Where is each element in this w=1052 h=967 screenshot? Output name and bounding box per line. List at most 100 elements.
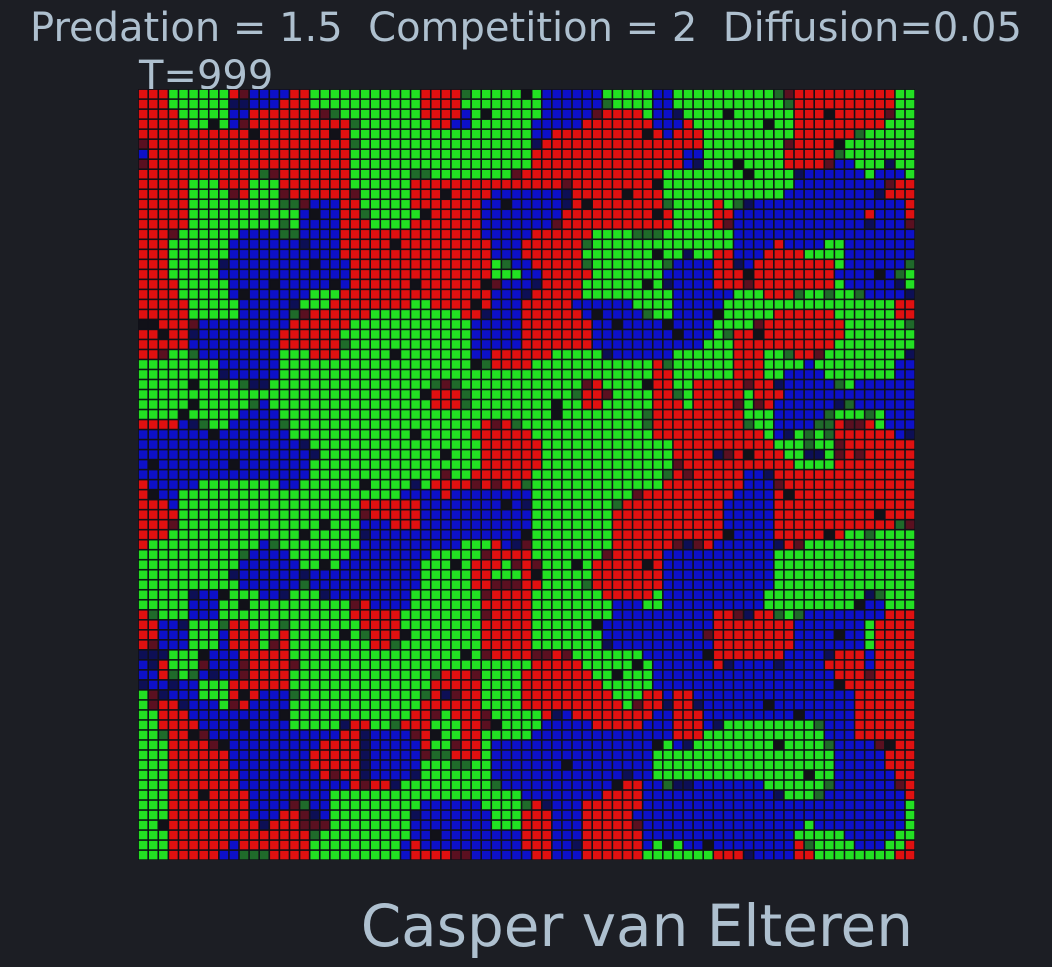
lattice-cell bbox=[391, 640, 400, 650]
lattice-cell bbox=[734, 690, 743, 700]
lattice-cell bbox=[461, 410, 471, 419]
lattice-cell bbox=[603, 149, 612, 159]
lattice-cell bbox=[825, 440, 834, 449]
lattice-cell bbox=[441, 340, 451, 349]
lattice-cell bbox=[461, 250, 471, 259]
lattice-cell bbox=[340, 730, 350, 740]
lattice-cell bbox=[774, 670, 784, 680]
lattice-cell bbox=[703, 370, 713, 379]
lattice-cell bbox=[855, 109, 864, 119]
lattice-cell bbox=[481, 260, 491, 269]
lattice-cell bbox=[441, 290, 451, 299]
lattice-cell bbox=[643, 440, 652, 449]
lattice-cell bbox=[522, 460, 531, 469]
lattice-cell bbox=[239, 720, 249, 730]
lattice-cell bbox=[330, 340, 340, 349]
lattice-cell bbox=[259, 380, 269, 389]
lattice-cell bbox=[643, 340, 652, 349]
lattice-cell bbox=[229, 560, 239, 569]
lattice-cell bbox=[754, 710, 763, 720]
lattice-cell bbox=[219, 540, 229, 549]
lattice-cell bbox=[280, 99, 289, 109]
lattice-cell bbox=[865, 530, 874, 539]
lattice-cell bbox=[865, 300, 874, 309]
lattice-cell bbox=[350, 230, 360, 239]
lattice-cell bbox=[320, 690, 330, 700]
lattice-cell bbox=[239, 390, 249, 399]
lattice-cell bbox=[280, 149, 289, 159]
lattice-cell bbox=[845, 530, 854, 539]
lattice-cell bbox=[270, 640, 279, 650]
lattice-cell bbox=[714, 310, 723, 319]
lattice-cell bbox=[138, 540, 148, 549]
lattice-cell bbox=[673, 109, 683, 119]
lattice-cell bbox=[159, 650, 168, 660]
lattice-cell bbox=[703, 610, 713, 619]
lattice-cell bbox=[703, 500, 713, 509]
lattice-cell bbox=[784, 290, 794, 299]
lattice-cell bbox=[825, 640, 834, 650]
lattice-cell bbox=[370, 500, 380, 509]
lattice-cell bbox=[613, 310, 622, 319]
lattice-cell bbox=[421, 610, 430, 619]
lattice-cell bbox=[381, 470, 390, 479]
lattice-cell bbox=[391, 500, 400, 509]
lattice-cell bbox=[461, 520, 471, 529]
lattice-cell bbox=[885, 380, 895, 389]
lattice-cell bbox=[663, 340, 673, 349]
lattice-cell bbox=[592, 540, 602, 549]
lattice-cell bbox=[471, 640, 481, 650]
lattice-cell bbox=[290, 510, 299, 519]
lattice-cell bbox=[300, 410, 309, 419]
lattice-cell bbox=[784, 190, 794, 199]
lattice-cell bbox=[290, 460, 299, 469]
lattice-cell bbox=[148, 410, 158, 419]
lattice-cell bbox=[562, 580, 572, 589]
lattice-cell bbox=[885, 190, 895, 199]
lattice-cell bbox=[653, 620, 663, 629]
lattice-cell bbox=[259, 190, 269, 199]
lattice-cell bbox=[148, 510, 158, 519]
lattice-cell bbox=[663, 240, 673, 249]
lattice-cell bbox=[199, 240, 208, 249]
lattice-cell bbox=[744, 610, 753, 619]
lattice-cell bbox=[764, 170, 774, 179]
lattice-cell bbox=[724, 240, 733, 249]
lattice-cell bbox=[481, 370, 491, 379]
lattice-cell bbox=[461, 330, 471, 339]
lattice-cell bbox=[592, 149, 602, 159]
lattice-cell bbox=[340, 480, 350, 489]
lattice-cell bbox=[865, 450, 874, 459]
lattice-cell bbox=[774, 99, 784, 109]
lattice-cell bbox=[481, 410, 491, 419]
lattice-cell bbox=[613, 250, 622, 259]
lattice-cell bbox=[542, 380, 552, 389]
lattice-cell bbox=[693, 590, 703, 599]
lattice-cell bbox=[360, 660, 370, 670]
lattice-cell bbox=[814, 700, 824, 710]
lattice-cell bbox=[693, 290, 703, 299]
lattice-cell bbox=[280, 720, 289, 730]
lattice-cell bbox=[875, 380, 885, 389]
lattice-cell bbox=[814, 220, 824, 229]
lattice-cell bbox=[502, 640, 511, 650]
lattice-cell bbox=[461, 119, 471, 129]
lattice-cell bbox=[562, 109, 572, 119]
lattice-cell bbox=[502, 600, 511, 609]
lattice-cell bbox=[845, 680, 854, 690]
lattice-cell bbox=[401, 720, 410, 730]
lattice-cell bbox=[845, 620, 854, 629]
lattice-cell bbox=[804, 330, 814, 339]
lattice-cell bbox=[310, 390, 319, 399]
lattice-cell bbox=[522, 700, 531, 710]
lattice-cell bbox=[381, 190, 390, 199]
lattice-cell bbox=[300, 330, 309, 339]
lattice-cell bbox=[895, 670, 905, 680]
lattice-cell bbox=[572, 89, 582, 99]
lattice-cell bbox=[159, 360, 168, 369]
lattice-cell bbox=[300, 450, 309, 459]
lattice-cell bbox=[522, 200, 531, 209]
lattice-cell bbox=[875, 360, 885, 369]
lattice-cell bbox=[138, 410, 148, 419]
lattice-cell bbox=[199, 410, 208, 419]
